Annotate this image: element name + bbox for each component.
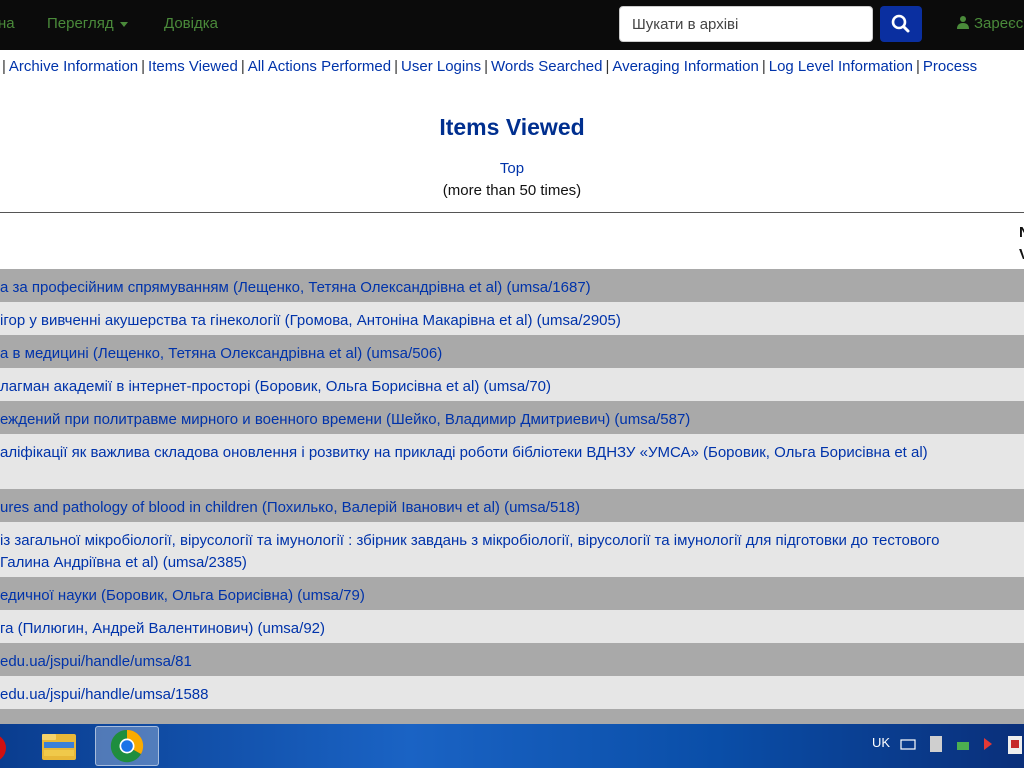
chrome-icon bbox=[110, 729, 144, 763]
search-button[interactable] bbox=[880, 6, 922, 42]
item-link[interactable]: еждений при политравме мирного и военног… bbox=[0, 409, 1024, 431]
item-link[interactable]: ігор у вивченні акушерства та гінекологі… bbox=[0, 310, 1024, 332]
table-row: ures and pathology of blood in children … bbox=[0, 489, 1024, 522]
menu-link-log-level-information[interactable]: Log Level Information bbox=[769, 58, 913, 75]
user-icon bbox=[957, 16, 969, 29]
menu-separator: | bbox=[916, 58, 920, 75]
column-header-text: V bbox=[1019, 244, 1024, 266]
menu-link-process[interactable]: Process bbox=[923, 58, 977, 75]
user-register-link[interactable]: Зареєс bbox=[956, 15, 1023, 32]
explorer-taskbar-button[interactable] bbox=[30, 726, 88, 766]
table-row: а за професійним спрямуванням (Лещенко, … bbox=[0, 269, 1024, 302]
menu-link-user-logins[interactable]: User Logins bbox=[401, 58, 481, 75]
nav-browse-dropdown[interactable]: Перегляд bbox=[47, 15, 128, 32]
column-header-views: NV bbox=[1019, 222, 1024, 266]
folder-icon bbox=[42, 734, 76, 760]
item-link[interactable]: edu.ua/jspui/handle/umsa/1588 bbox=[0, 684, 1024, 706]
menu-link-archive-information[interactable]: Archive Information bbox=[9, 58, 138, 75]
table-row: а в медицині (Лещенко, Тетяна Олександрі… bbox=[0, 335, 1024, 368]
menu-link-items-viewed[interactable]: Items Viewed bbox=[148, 58, 238, 75]
item-link-continued[interactable]: Галина Андріївна et al) (umsa/2385) bbox=[0, 552, 1024, 574]
menu-separator: | bbox=[605, 58, 610, 75]
nav-help[interactable]: Довідка bbox=[164, 15, 218, 32]
item-link[interactable]: а за професійним спрямуванням (Лещенко, … bbox=[0, 277, 1024, 299]
statistics-menu: | Archive Information | Items Viewed | All Ac… bbox=[0, 57, 1024, 79]
item-link[interactable]: edu.ua/jspui/handle/umsa/81 bbox=[0, 651, 1024, 673]
chrome-taskbar-button[interactable] bbox=[95, 726, 159, 766]
menu-separator: | bbox=[761, 58, 766, 75]
items-table: а за професійним спрямуванням (Лещенко, … bbox=[0, 269, 1024, 742]
item-link[interactable]: а в медицині (Лещенко, Тетяна Олександрі… bbox=[0, 343, 1024, 365]
menu-separator: | bbox=[484, 58, 488, 75]
user-register-label: Зареєс bbox=[974, 15, 1024, 32]
statistics-menu-items: | Archive Information | Items Viewed | All Ac… bbox=[2, 58, 977, 75]
menu-separator: | bbox=[240, 58, 245, 75]
language-indicator[interactable]: UK bbox=[872, 735, 890, 750]
page-title: Items Viewed bbox=[439, 114, 585, 140]
menu-link-averaging-information[interactable]: Averaging Information bbox=[612, 58, 758, 75]
column-header-text: N bbox=[1019, 222, 1024, 244]
menu-separator: | bbox=[2, 58, 6, 75]
table-row: edu.ua/jspui/handle/umsa/81 bbox=[0, 643, 1024, 676]
menu-link-words-searched[interactable]: Words Searched bbox=[491, 58, 602, 75]
item-link[interactable]: із загальної мікробіології, вірусології … bbox=[0, 530, 1024, 552]
top-link[interactable]: Top bbox=[0, 160, 1024, 177]
item-link[interactable]: лагман академії в інтернет-просторі (Бор… bbox=[0, 376, 1024, 398]
search-input[interactable] bbox=[619, 6, 873, 42]
menu-separator: | bbox=[141, 58, 146, 75]
opera-icon bbox=[0, 736, 6, 760]
top-navbar: на Перегляд Довідка Зареєс bbox=[0, 0, 1024, 50]
table-row: із загальної мікробіології, вірусології … bbox=[0, 522, 1024, 577]
table-row: еждений при политравме мирного и военног… bbox=[0, 401, 1024, 434]
item-link[interactable]: га (Пилюгин, Андрей Валентинович) (umsa/… bbox=[0, 618, 1024, 640]
nav-browse-label: Перегляд bbox=[47, 15, 114, 32]
table-row: лагман академії в інтернет-просторі (Бор… bbox=[0, 368, 1024, 401]
table-row: едичної науки (Боровик, Ольга Борисівна)… bbox=[0, 577, 1024, 610]
table-row: га (Пилюгин, Андрей Валентинович) (umsa/… bbox=[0, 610, 1024, 643]
menu-link-all-actions-performed[interactable]: All Actions Performed bbox=[248, 58, 391, 75]
item-link[interactable]: едичної науки (Боровик, Ольга Борисівна)… bbox=[0, 585, 1024, 607]
table-row: edu.ua/jspui/handle/umsa/1588 bbox=[0, 676, 1024, 709]
item-link[interactable]: аліфікації як важлива складова оновлення… bbox=[0, 442, 1024, 464]
nav-home-partial[interactable]: на bbox=[0, 15, 15, 32]
chevron-down-icon bbox=[119, 21, 128, 27]
opera-taskbar-button[interactable] bbox=[0, 726, 10, 766]
table-row: ігор у вивченні акушерства та гінекологі… bbox=[0, 302, 1024, 335]
item-link[interactable]: ures and pathology of blood in children … bbox=[0, 497, 1024, 519]
page-subtitle: (more than 50 times) bbox=[442, 182, 582, 199]
divider bbox=[0, 212, 1024, 213]
search-icon bbox=[891, 14, 910, 33]
menu-separator: | bbox=[394, 58, 399, 75]
taskbar bbox=[0, 724, 1024, 768]
table-row: аліфікації як важлива складова оновлення… bbox=[0, 434, 1024, 489]
